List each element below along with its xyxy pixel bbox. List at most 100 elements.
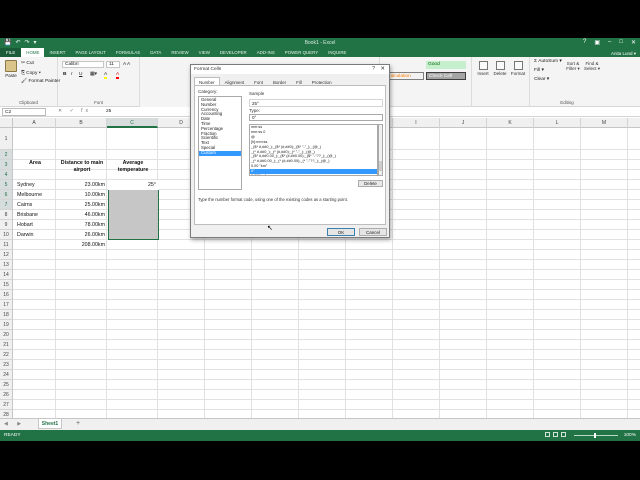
- ok-button[interactable]: OK: [327, 228, 355, 236]
- cell-a6[interactable]: Hobart: [14, 220, 56, 230]
- sheet-tab-sheet1[interactable]: Sheet1: [38, 419, 62, 429]
- dialog-close-icon[interactable]: ✕: [380, 66, 385, 72]
- page-layout-view-icon[interactable]: [553, 432, 558, 437]
- tab-inquire[interactable]: INQUIRE: [323, 48, 351, 57]
- cell-b6[interactable]: 78.00km: [57, 220, 107, 230]
- italic-button[interactable]: I: [71, 72, 72, 77]
- row-header-25[interactable]: 25: [0, 380, 13, 390]
- normal-view-icon[interactable]: [545, 432, 550, 437]
- column-header-l[interactable]: L: [534, 118, 581, 128]
- tab-developer[interactable]: DEVELOPER: [215, 48, 252, 57]
- tab-insert[interactable]: INSERT: [44, 48, 70, 57]
- row-header-27[interactable]: 27: [0, 400, 13, 410]
- row-header-5[interactable]: 5: [0, 180, 13, 190]
- cell-b1[interactable]: Distance to main airport: [57, 160, 107, 174]
- row-header-9[interactable]: 9: [0, 220, 13, 230]
- style-calculation[interactable]: Calculation: [384, 72, 424, 80]
- style-good[interactable]: Good: [426, 61, 466, 69]
- category-list[interactable]: General Number Currency Accounting Date Time P…: [198, 96, 242, 190]
- column-header-k[interactable]: K: [487, 118, 534, 128]
- copy-button[interactable]: ⎘ Copy ▾: [21, 70, 41, 76]
- row-header-11[interactable]: 11: [0, 240, 13, 250]
- row-header-7[interactable]: 7: [0, 200, 13, 210]
- format-code-list[interactable]: mm:ss mm:ss.0 @ [h]:mm:ss _($* #,##0_);_($* …: [249, 124, 378, 176]
- cell-b3[interactable]: 10.00km: [57, 190, 107, 200]
- grow-shrink-font-button[interactable]: A A: [123, 62, 130, 67]
- find-select-button[interactable]: Find & Select ▾: [583, 61, 601, 72]
- row-header-14[interactable]: 14: [0, 270, 13, 280]
- tab-power-query[interactable]: POWER QUERY: [280, 48, 323, 57]
- cell-b5[interactable]: 46.00km: [57, 210, 107, 220]
- row-header-19[interactable]: 19: [0, 320, 13, 330]
- type-input[interactable]: 0°: [249, 114, 383, 121]
- cell-a5[interactable]: Brisbane: [14, 210, 56, 220]
- row-header-26[interactable]: 26: [0, 390, 13, 400]
- paste-button[interactable]: Paste: [4, 60, 18, 82]
- format-painter-button[interactable]: 🖌 Format Painter: [21, 79, 60, 84]
- name-box[interactable]: C2: [2, 108, 46, 116]
- cell-b4[interactable]: 25.00km: [57, 200, 107, 210]
- add-sheet-button[interactable]: +: [73, 419, 83, 429]
- font-color-button[interactable]: A: [116, 72, 120, 79]
- zoom-slider-knob[interactable]: [594, 433, 596, 438]
- borders-icon[interactable]: ▦▾: [90, 72, 97, 77]
- cell-a3[interactable]: Melbourne: [14, 190, 56, 200]
- sort-filter-button[interactable]: Sort & Filter ▾: [564, 61, 582, 72]
- format-code-item[interactable]: 0.00"km": [251, 174, 376, 175]
- column-header-n[interactable]: N: [628, 118, 640, 128]
- clear-button[interactable]: Clear ▾: [534, 77, 549, 82]
- tab-page-layout[interactable]: PAGE LAYOUT: [71, 48, 111, 57]
- ribbon-display-icon[interactable]: ▣: [594, 39, 600, 46]
- scrollbar-thumb[interactable]: [379, 161, 382, 171]
- select-all-corner[interactable]: [0, 118, 13, 128]
- row-header-3[interactable]: 3: [0, 160, 13, 170]
- cell-c1[interactable]: Average temperature: [108, 160, 158, 174]
- row-header-8[interactable]: 8: [0, 210, 13, 220]
- font-name-select[interactable]: Calibri: [62, 61, 104, 68]
- column-header-m[interactable]: M: [581, 118, 628, 128]
- tab-view[interactable]: VIEW: [194, 48, 215, 57]
- cell-a4[interactable]: Cairns: [14, 200, 56, 210]
- cut-button[interactable]: ✂ Cut: [21, 61, 34, 66]
- row-header-6[interactable]: 6: [0, 190, 13, 200]
- insert-cells-button[interactable]: Insert: [475, 61, 491, 76]
- style-check-cell[interactable]: Check Cell: [426, 72, 466, 80]
- cell-a7[interactable]: Darwin: [14, 230, 56, 240]
- cell-c2[interactable]: 25°: [108, 180, 158, 190]
- column-header-i[interactable]: I: [393, 118, 440, 128]
- cell-b7[interactable]: 26.00km: [57, 230, 107, 240]
- zoom-slider[interactable]: [574, 435, 618, 436]
- sheet-nav-arrows[interactable]: ◀ ▶: [4, 421, 25, 427]
- row-header-17[interactable]: 17: [0, 300, 13, 310]
- maximize-icon[interactable]: □: [619, 39, 623, 46]
- category-item[interactable]: Custom: [199, 150, 241, 156]
- row-header-10[interactable]: 10: [0, 230, 13, 240]
- row-header-16[interactable]: 16: [0, 290, 13, 300]
- font-size-select[interactable]: 11: [106, 61, 120, 68]
- autosum-button[interactable]: Σ AutoSum ▾: [534, 59, 562, 64]
- close-icon[interactable]: ✕: [631, 39, 636, 46]
- row-header-20[interactable]: 20: [0, 330, 13, 340]
- row-header-4[interactable]: 4: [0, 170, 13, 180]
- row-header-22[interactable]: 22: [0, 350, 13, 360]
- cancel-button[interactable]: Cancel: [359, 228, 387, 236]
- row-header-12[interactable]: 12: [0, 250, 13, 260]
- help-icon[interactable]: ?: [583, 39, 586, 46]
- bold-button[interactable]: B: [63, 72, 66, 77]
- cell-b8[interactable]: 208.00km: [57, 240, 107, 250]
- fill-color-button[interactable]: A: [104, 72, 108, 79]
- tab-add-ins[interactable]: ADD-INS: [252, 48, 280, 57]
- fill-button[interactable]: Fill ▾: [534, 68, 544, 73]
- row-header-18[interactable]: 18: [0, 310, 13, 320]
- row-header-15[interactable]: 15: [0, 280, 13, 290]
- row-header-1[interactable]: 1: [0, 128, 13, 150]
- row-header-21[interactable]: 21: [0, 340, 13, 350]
- column-header-a[interactable]: A: [13, 118, 56, 128]
- minimize-icon[interactable]: –: [608, 39, 611, 46]
- row-header-24[interactable]: 24: [0, 370, 13, 380]
- cell-a2[interactable]: Sydney: [14, 180, 56, 190]
- dialog-help-icon[interactable]: ?: [372, 66, 375, 72]
- zoom-level[interactable]: 100%: [624, 433, 636, 438]
- formula-controls[interactable]: ✕ ✓ fx: [58, 108, 91, 114]
- underline-button[interactable]: U: [79, 72, 82, 77]
